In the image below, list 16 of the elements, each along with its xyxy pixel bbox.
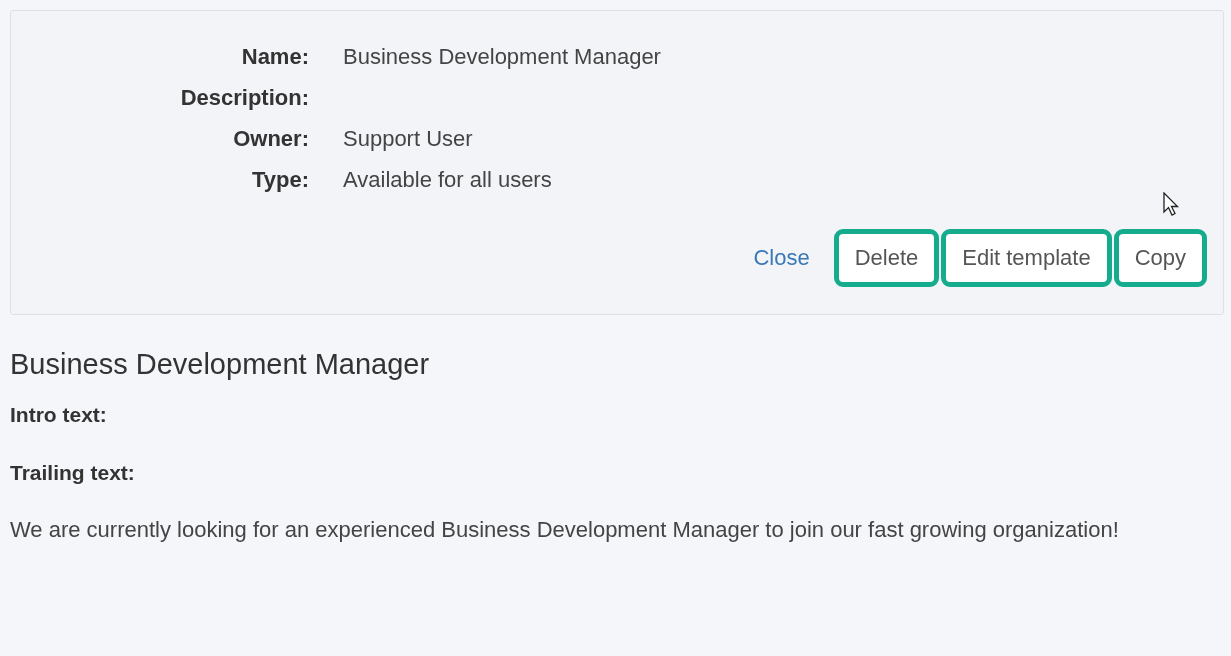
field-value: Available for all users (343, 168, 553, 191)
body-text: We are currently looking for an experienced Business Development Manager to join our fast growing organization! (10, 516, 1120, 544)
intro-label: Intro text: (10, 403, 108, 427)
field-label: Description: (179, 86, 309, 109)
field-value: Business Development Manager (343, 45, 662, 68)
action-button[interactable]: Edit template (941, 229, 1112, 287)
trailing-label: Trailing text: (10, 461, 136, 485)
field-label: Name: (240, 45, 309, 68)
action-button[interactable]: Delete (833, 229, 940, 287)
field-label: Owner: (232, 127, 309, 150)
action-button[interactable]: Copy (1113, 229, 1207, 287)
field-label: Type: (250, 168, 309, 191)
cursor-icon (1163, 192, 1181, 218)
field-value: Support User (343, 127, 474, 150)
template-title: Business Development Manager (10, 348, 431, 381)
close-link[interactable]: Close (753, 245, 810, 271)
